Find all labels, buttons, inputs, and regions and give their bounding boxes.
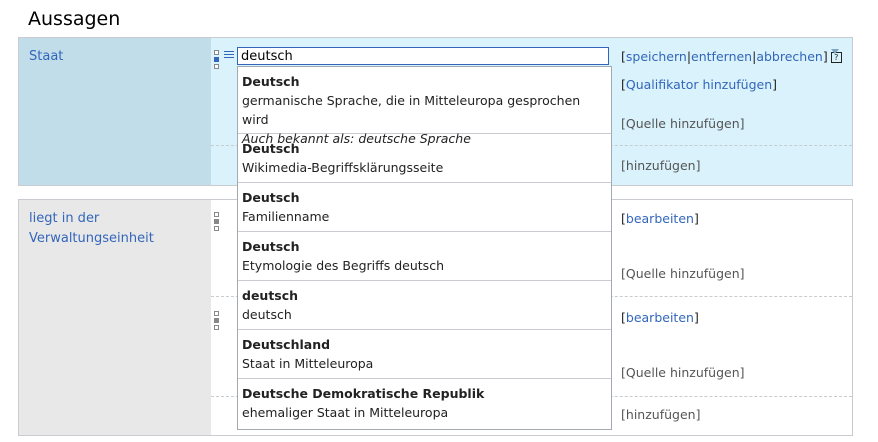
suggestion-title: Deutsch	[242, 74, 300, 89]
rank-selector-icon[interactable]	[214, 50, 219, 71]
value-input[interactable]: deutsch	[237, 47, 609, 65]
edit-toolbar: [bearbeiten]	[621, 310, 699, 325]
add-source-button[interactable]: Quelle hinzufügen	[626, 116, 740, 131]
section-heading: Aussagen	[28, 8, 121, 30]
edit-button[interactable]: bearbeiten	[626, 211, 694, 226]
chevron-down-icon[interactable]	[831, 49, 839, 54]
suggestion-title: Deutsch	[242, 190, 300, 205]
suggestion-description: ehemaliger Staat in Mitteleuropa	[242, 405, 449, 420]
property-column: Staat	[19, 38, 211, 185]
remove-button[interactable]: entfernen	[691, 49, 752, 64]
suggestion-item[interactable]: Deutschland Staat in Mitteleuropa	[238, 330, 611, 379]
suggestion-item[interactable]: Deutsch Etymologie des Begriffs deutsch	[238, 232, 611, 281]
save-button[interactable]: speichern	[626, 49, 687, 64]
suggestion-description: Etymologie des Begriffs deutsch	[242, 258, 444, 273]
suggestion-description: Staat in Mitteleuropa	[242, 356, 374, 371]
suggestion-description: Wikimedia-Begriffsklärungsseite	[242, 160, 444, 175]
suggestion-title: deutsch	[242, 288, 299, 303]
add-value-button[interactable]: hinzufügen	[626, 407, 696, 422]
add-qualifier-toolbar: [Qualifikator hinzufügen]	[621, 77, 778, 92]
suggestion-description: deutsch	[242, 307, 292, 322]
add-value-button[interactable]: hinzufügen	[626, 158, 696, 173]
suggestion-title: Deutschland	[242, 337, 331, 352]
suggestion-title: Deutsche Demokratische Republik	[242, 386, 485, 401]
suggestion-item[interactable]: Deutsch germanische Sprache, die in Mitt…	[238, 67, 611, 146]
add-toolbar: [hinzufügen]	[621, 158, 701, 173]
edit-toolbar: [speichern|entfernen|abbrechen]?	[621, 49, 842, 64]
suggestion-item[interactable]: Deutsch Familienname	[238, 183, 611, 232]
property-label-staat[interactable]: Staat	[29, 47, 63, 67]
edit-toolbar: [bearbeiten]	[621, 211, 699, 226]
suggestion-item[interactable]: deutsch deutsch	[238, 281, 611, 330]
property-label-verwaltungseinheit[interactable]: liegt in der Verwaltungseinheit	[29, 209, 154, 249]
rank-selector-icon[interactable]	[214, 212, 219, 233]
add-source-toolbar: [Quelle hinzufügen]	[621, 266, 745, 281]
add-source-toolbar: [Quelle hinzufügen]	[621, 365, 745, 380]
edit-button[interactable]: bearbeiten	[626, 310, 694, 325]
property-column: liegt in der Verwaltungseinheit	[19, 200, 211, 435]
list-icon[interactable]	[224, 51, 234, 60]
suggestion-description: germanische Sprache, die in Mitteleuropa…	[242, 93, 581, 127]
suggestion-item[interactable]: Deutsche Demokratische Republik ehemalig…	[238, 379, 611, 427]
suggestion-description: Familienname	[242, 209, 330, 224]
add-source-toolbar: [Quelle hinzufügen]	[621, 116, 745, 131]
cancel-button[interactable]: abbrechen	[756, 49, 823, 64]
add-source-button[interactable]: Quelle hinzufügen	[626, 266, 740, 281]
add-source-button[interactable]: Quelle hinzufügen	[626, 365, 740, 380]
add-toolbar: [hinzufügen]	[621, 407, 701, 422]
suggestions-dropdown: Deutsch germanische Sprache, die in Mitt…	[237, 66, 612, 430]
rank-selector-icon[interactable]	[214, 311, 219, 332]
bracket-close: ]	[822, 49, 828, 64]
add-qualifier-button[interactable]: Qualifikator hinzufügen	[626, 77, 772, 92]
suggestion-title: Deutsch	[242, 239, 300, 254]
